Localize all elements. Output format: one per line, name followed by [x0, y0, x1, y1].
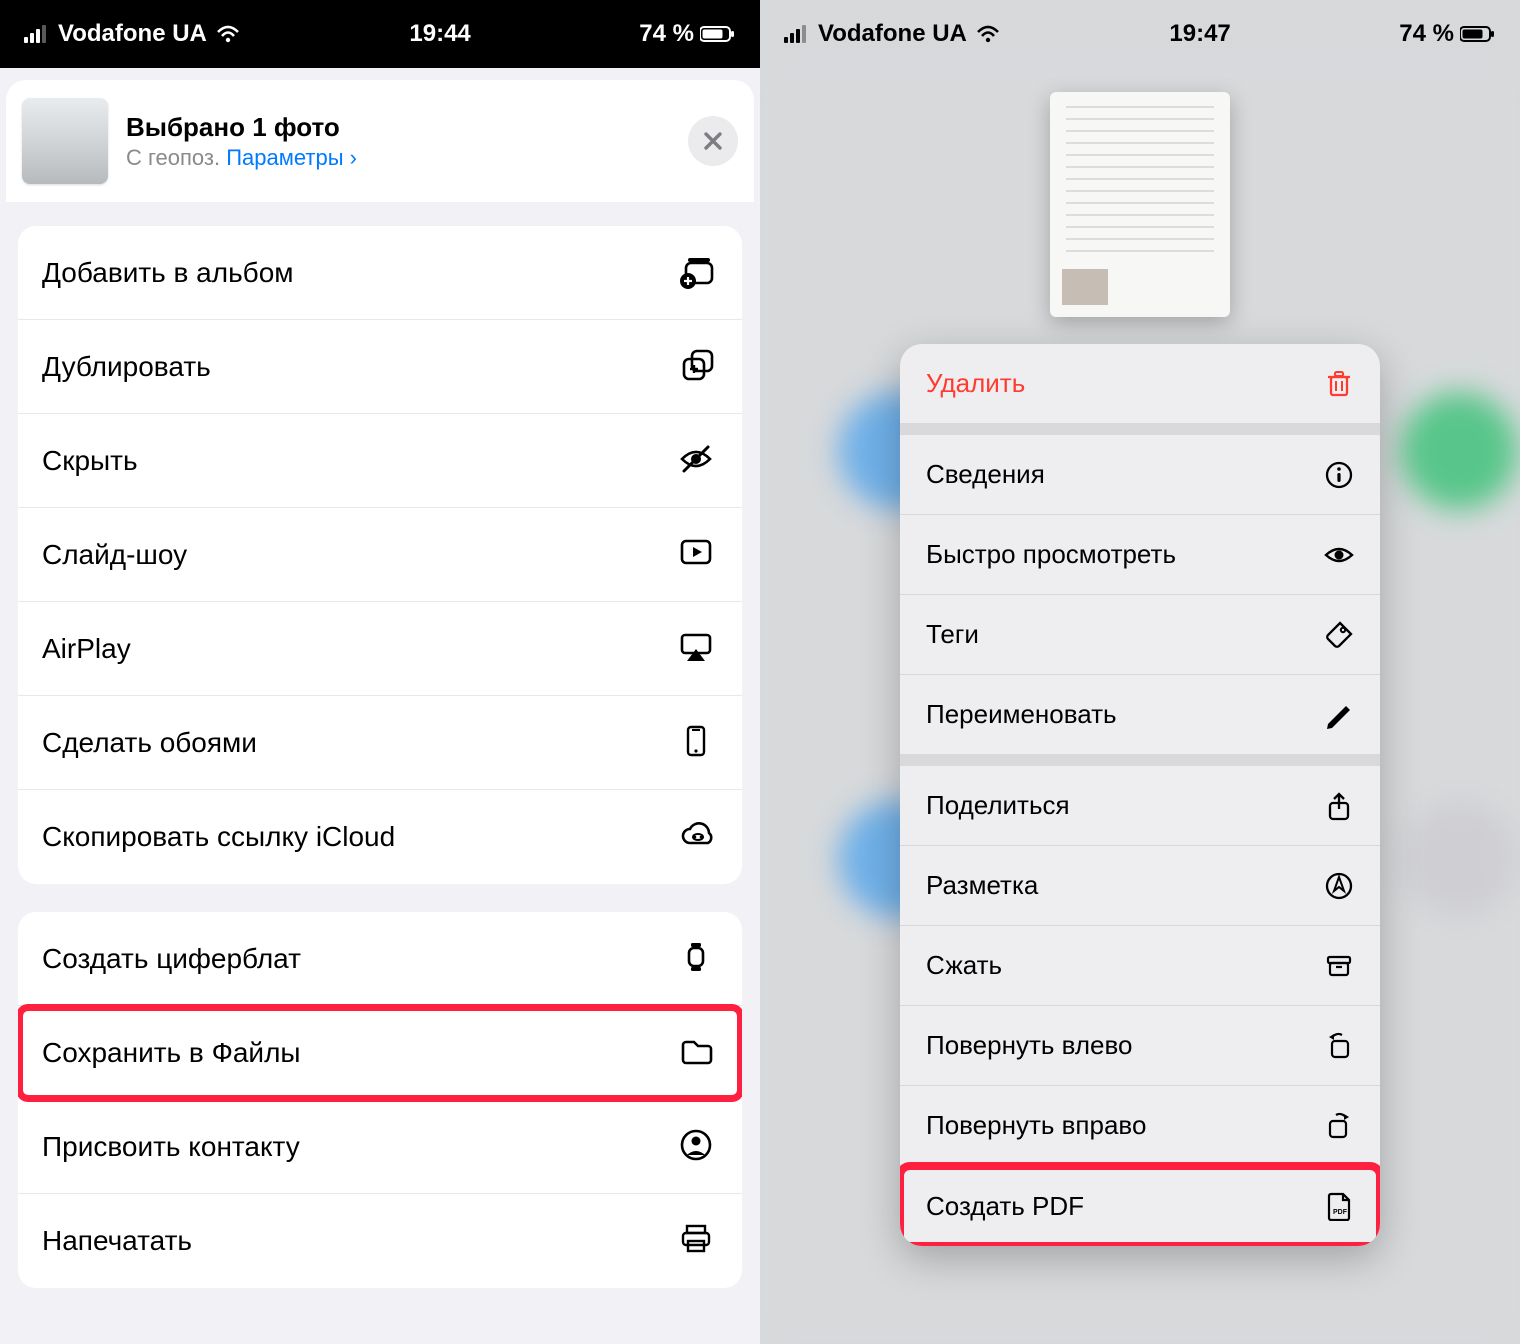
menu-item-label: Повернуть влево — [926, 1030, 1132, 1061]
status-time: 19:44 — [409, 20, 470, 48]
signal-icon — [784, 25, 808, 43]
menu-item[interactable]: Добавить в альбом — [18, 226, 742, 320]
menu-item-label: Сжать — [926, 950, 1002, 981]
menu-item[interactable]: Сделать обоями — [18, 696, 742, 790]
watch-face-icon — [678, 939, 718, 979]
menu-item[interactable]: Присвоить контакту — [18, 1100, 742, 1194]
menu-item[interactable]: Сохранить в Файлы — [18, 1006, 742, 1100]
menu-item[interactable]: Скрыть — [18, 414, 742, 508]
trash-icon — [1324, 369, 1354, 399]
info-icon — [1324, 460, 1354, 490]
markup-icon — [1324, 871, 1354, 901]
hide-eye-icon — [678, 441, 718, 481]
menu-item-label: AirPlay — [42, 633, 131, 665]
close-button[interactable] — [688, 116, 738, 166]
slideshow-icon — [678, 535, 718, 575]
folder-icon — [678, 1033, 718, 1073]
menu-item-label: Присвоить контакту — [42, 1131, 300, 1163]
menu-item-label: Создать циферблат — [42, 943, 301, 975]
archive-icon — [1324, 951, 1354, 981]
menu-item-label: Скопировать ссылку iCloud — [42, 821, 395, 853]
menu-item-label: Сведения — [926, 459, 1045, 490]
menu-item[interactable]: Сжать — [900, 926, 1380, 1006]
menu-item[interactable]: Теги — [900, 595, 1380, 675]
icloud-link-icon — [678, 817, 718, 857]
sheet-sub-prefix: С геопоз. — [126, 145, 226, 170]
actions-group-1: Добавить в альбом Дублировать Скрыть Слайд-… — [18, 226, 742, 884]
add-album-icon — [678, 253, 718, 293]
menu-item-label: Удалить — [926, 368, 1025, 399]
menu-item-label: Сделать обоями — [42, 727, 257, 759]
menu-item-label: Скрыть — [42, 445, 138, 477]
signal-icon — [24, 25, 48, 43]
rotate-right-icon — [1324, 1111, 1354, 1141]
menu-item-label: Сохранить в Файлы — [42, 1037, 301, 1069]
share-sheet-header: Выбрано 1 фото С геопоз. Параметры › — [6, 80, 754, 202]
context-menu: Удалить Сведения Быстро просмотреть Теги Пер… — [900, 344, 1380, 1246]
duplicate-icon — [678, 347, 718, 387]
battery-icon — [1460, 25, 1496, 43]
sheet-title: Выбрано 1 фото — [126, 112, 670, 143]
status-time: 19:47 — [1169, 20, 1230, 48]
menu-item-label: Повернуть вправо — [926, 1110, 1146, 1141]
menu-item[interactable]: Повернуть влево — [900, 1006, 1380, 1086]
airplay-icon — [678, 629, 718, 669]
menu-item-label: Дублировать — [42, 351, 211, 383]
menu-item[interactable]: Поделиться — [900, 766, 1380, 846]
menu-item[interactable]: Создать PDF — [900, 1166, 1380, 1246]
menu-item[interactable]: Скопировать ссылку iCloud — [18, 790, 742, 884]
menu-item-label: Быстро просмотреть — [926, 539, 1176, 570]
menu-item[interactable]: AirPlay — [18, 602, 742, 696]
contact-icon — [678, 1127, 718, 1167]
selected-photo-thumb — [22, 98, 108, 184]
pencil-icon — [1324, 700, 1354, 730]
menu-item[interactable]: Быстро просмотреть — [900, 515, 1380, 595]
share-icon — [1324, 791, 1354, 821]
menu-item-label: Теги — [926, 619, 979, 650]
menu-item[interactable]: Слайд-шоу — [18, 508, 742, 602]
status-bar-right: Vodafone UA 19:47 74 % — [760, 0, 1520, 68]
status-bar-left: Vodafone UA 19:44 74 % — [0, 0, 760, 68]
battery-pct: 74 % — [1399, 20, 1454, 48]
menu-separator — [900, 755, 1380, 766]
wifi-icon — [217, 25, 241, 43]
menu-item[interactable]: Удалить — [900, 344, 1380, 424]
menu-item[interactable]: Напечатать — [18, 1194, 742, 1288]
menu-separator — [900, 424, 1380, 435]
phone-wallpaper-icon — [678, 723, 718, 763]
menu-item-label: Переименовать — [926, 699, 1117, 730]
menu-item-label: Слайд-шоу — [42, 539, 187, 571]
menu-item-label: Напечатать — [42, 1225, 192, 1257]
wifi-icon — [977, 25, 1001, 43]
menu-item-label: Поделиться — [926, 790, 1070, 821]
menu-item[interactable]: Разметка — [900, 846, 1380, 926]
actions-group-2: Создать циферблат Сохранить в Файлы Присво… — [18, 912, 742, 1288]
print-icon — [678, 1221, 718, 1261]
rotate-left-icon — [1324, 1031, 1354, 1061]
options-link[interactable]: Параметры › — [226, 145, 357, 170]
tag-icon — [1324, 620, 1354, 650]
menu-item[interactable]: Переименовать — [900, 675, 1380, 755]
menu-item-label: Добавить в альбом — [42, 257, 294, 289]
battery-pct: 74 % — [639, 20, 694, 48]
pdf-icon — [1324, 1191, 1354, 1221]
menu-item[interactable]: Дублировать — [18, 320, 742, 414]
battery-icon — [700, 25, 736, 43]
eye-icon — [1324, 540, 1354, 570]
menu-item[interactable]: Повернуть вправо — [900, 1086, 1380, 1166]
menu-item[interactable]: Сведения — [900, 435, 1380, 515]
menu-item[interactable]: Создать циферблат — [18, 912, 742, 1006]
menu-item-label: Создать PDF — [926, 1191, 1084, 1222]
carrier-label: Vodafone UA — [58, 20, 207, 48]
carrier-label: Vodafone UA — [818, 20, 967, 48]
file-preview[interactable] — [1050, 92, 1230, 317]
menu-item-label: Разметка — [926, 870, 1038, 901]
